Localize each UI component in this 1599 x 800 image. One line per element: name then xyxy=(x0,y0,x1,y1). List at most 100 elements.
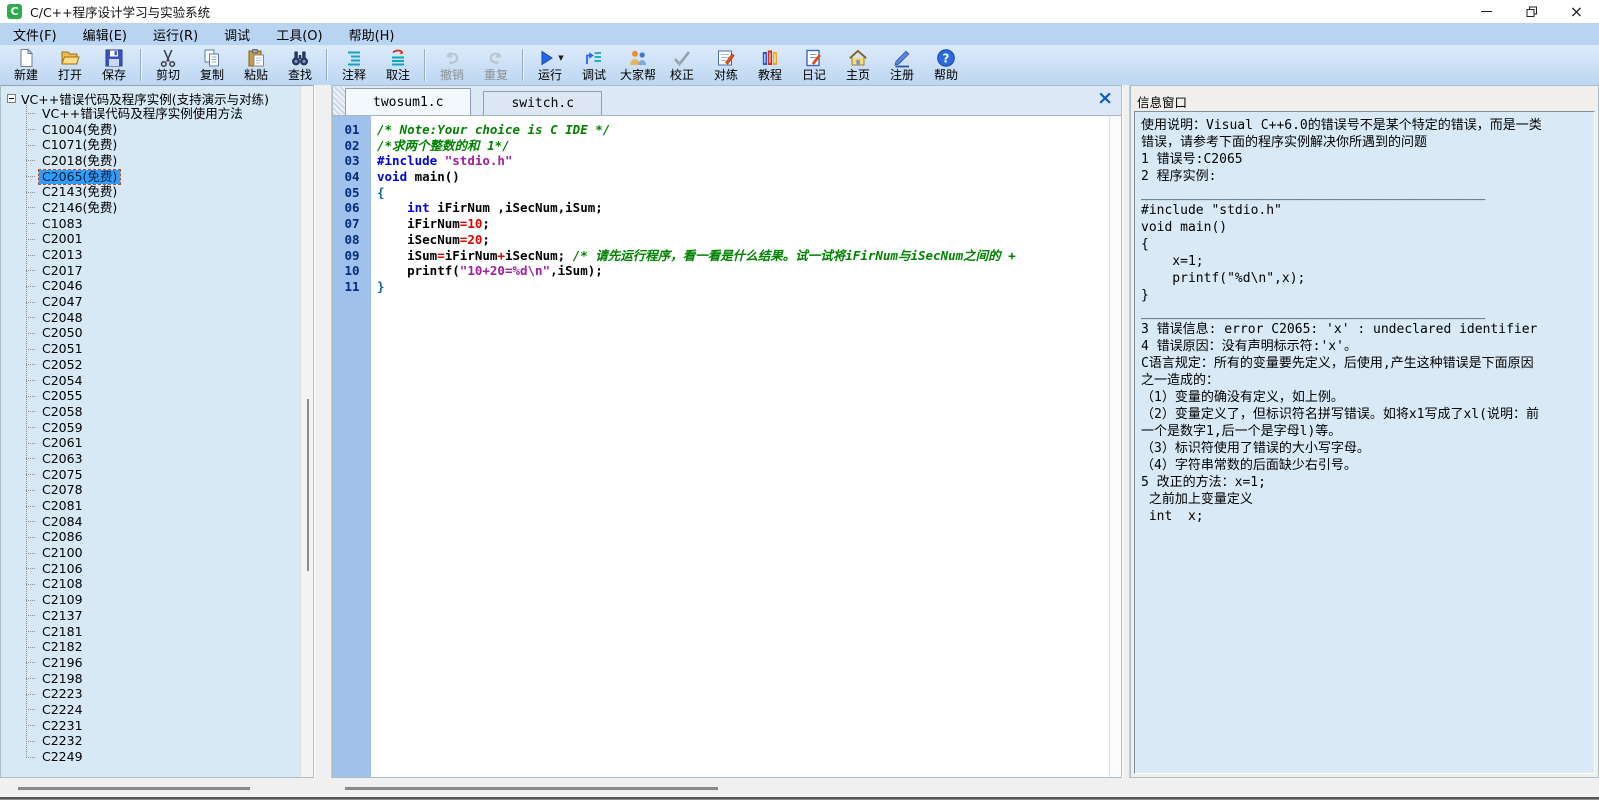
tree-item-c2108[interactable]: C2108 xyxy=(26,577,313,593)
tree-collapse-icon[interactable] xyxy=(7,94,16,103)
tree-item-c2075[interactable]: C2075 xyxy=(26,467,313,483)
tree-item-c2055[interactable]: C2055 xyxy=(26,388,313,404)
tree-item-c2017[interactable]: C2017 xyxy=(26,263,313,279)
tree-item-label: C2108 xyxy=(39,577,86,591)
toolbar-button-cut[interactable]: 剪切 xyxy=(146,47,190,83)
toolbar-button-uncomment[interactable]: 取注 xyxy=(376,47,420,83)
menu-item-2[interactable]: 编辑(E) xyxy=(70,23,140,45)
tree-item-c2084[interactable]: C2084 xyxy=(26,514,313,530)
toolbar-button-save[interactable]: 保存 xyxy=(92,47,136,83)
tree-item-c2143[interactable]: C2143(免费) xyxy=(26,184,313,200)
tree-item-c2223[interactable]: C2223 xyxy=(26,686,313,702)
tree-item-c2224[interactable]: C2224 xyxy=(26,702,313,718)
tree-vertical-scrollbar[interactable] xyxy=(300,86,313,777)
editor-panel: twosum1.cswitch.c× 010203040506070809101… xyxy=(332,85,1122,778)
toolbar-button-practice[interactable]: 对练 xyxy=(704,47,748,83)
tree-item-c2196[interactable]: C2196 xyxy=(26,655,313,671)
menu-item-6[interactable]: 帮助(H) xyxy=(336,23,408,45)
tree-item-c2100[interactable]: C2100 xyxy=(26,545,313,561)
toolbar-button-tutorial[interactable]: 教程 xyxy=(748,47,792,83)
toolbar-button-debug[interactable]: 调试 xyxy=(572,47,616,83)
toolbar-button-comment[interactable]: 注释 xyxy=(332,47,376,83)
info-line-10: printf("%d\n",x); xyxy=(1141,270,1588,287)
line-number: 01 xyxy=(333,122,371,138)
code-segment: "stdio.h" xyxy=(445,153,513,168)
title-bar: C C/C++程序设计学习与实验系统 × xyxy=(0,0,1599,23)
tree-item-c2081[interactable]: C2081 xyxy=(26,498,313,514)
tree-item-c2063[interactable]: C2063 xyxy=(26,451,313,467)
tree-item-c2047[interactable]: C2047 xyxy=(26,294,313,310)
toolbar-button-new-file[interactable]: 新建 xyxy=(4,47,48,83)
tree-item-c2137[interactable]: C2137 xyxy=(26,608,313,624)
tree-item-c2231[interactable]: C2231 xyxy=(26,718,313,734)
toolbar-button-open-folder[interactable]: 打开 xyxy=(48,47,92,83)
tree-item-c2001[interactable]: C2001 xyxy=(26,232,313,248)
close-button[interactable]: × xyxy=(1554,0,1599,23)
menu-item-3[interactable]: 运行(R) xyxy=(140,23,211,45)
toolbar-button-help[interactable]: ?帮助 xyxy=(924,47,968,83)
toolbar-button-home[interactable]: 主页 xyxy=(836,47,880,83)
splitter-right[interactable] xyxy=(1122,85,1130,778)
tree-item-c2046[interactable]: C2046 xyxy=(26,279,313,295)
debug-icon xyxy=(584,47,604,68)
tab-close-icon[interactable]: × xyxy=(1097,89,1113,108)
tree-item-c2052[interactable]: C2052 xyxy=(26,357,313,373)
tree-item-c2198[interactable]: C2198 xyxy=(26,671,313,687)
tree-item-c1004[interactable]: C1004(免费) xyxy=(26,122,313,138)
editor-horizontal-scrollbar-thumb[interactable] xyxy=(345,787,718,790)
menu-item-1[interactable]: 文件(F) xyxy=(0,23,70,45)
tree-item-c2061[interactable]: C2061 xyxy=(26,435,313,451)
tab-switch-c[interactable]: switch.c xyxy=(483,91,602,115)
menu-item-4[interactable]: 调试 xyxy=(211,23,263,45)
tree-item-c2054[interactable]: C2054 xyxy=(26,373,313,389)
tree-item-c2182[interactable]: C2182 xyxy=(26,639,313,655)
tree-item-c2146[interactable]: C2146(免费) xyxy=(26,200,313,216)
menu-item-5[interactable]: 工具(O) xyxy=(263,23,335,45)
tree-item-c2048[interactable]: C2048 xyxy=(26,310,313,326)
toolbar-button-check[interactable]: 校正 xyxy=(660,47,704,83)
tab-twosum1-c[interactable]: twosum1.c xyxy=(345,88,471,115)
tree-item-c2249[interactable]: C2249 xyxy=(26,749,313,765)
toolbar-button-find[interactable]: 查找 xyxy=(278,47,322,83)
tree-item-c2109[interactable]: C2109 xyxy=(26,592,313,608)
toolbar-button-copy[interactable]: 复制 xyxy=(190,47,234,83)
tree-vertical-scrollbar-thumb[interactable] xyxy=(307,399,309,571)
tree-item-c2058[interactable]: C2058 xyxy=(26,404,313,420)
tree-item-c1083[interactable]: C1083 xyxy=(26,216,313,232)
tree-item-c2013[interactable]: C2013 xyxy=(26,247,313,263)
tree-root[interactable]: VC++错误代码及程序实例(支持演示与对练) xyxy=(5,90,313,106)
run-dropdown-icon[interactable]: ▼ xyxy=(558,54,563,62)
splitter-left[interactable] xyxy=(314,85,332,778)
tree-item-c2232[interactable]: C2232 xyxy=(26,734,313,750)
code-segment: /* Note:Your choice is C IDE */ xyxy=(377,122,610,137)
restore-button[interactable] xyxy=(1509,0,1554,23)
toolbar-button-diary[interactable]: 日记 xyxy=(792,47,836,83)
tree-item-c2059[interactable]: C2059 xyxy=(26,420,313,436)
paste-icon xyxy=(246,47,266,68)
toolbar-button-register[interactable]: 注册 xyxy=(880,47,924,83)
tree-item-c2181[interactable]: C2181 xyxy=(26,624,313,640)
tab-bar-hatch xyxy=(333,87,345,115)
toolbar-button-label: 调试 xyxy=(582,68,606,83)
tree-item-vc[interactable]: VC++错误代码及程序实例使用方法 xyxy=(26,106,313,122)
tree-item-label: C2051 xyxy=(39,342,86,356)
tree-item-c2018[interactable]: C2018(免费) xyxy=(26,153,313,169)
info-line-1: 使用说明：Visual C++6.0的错误号不是某个特定的错误，而是一类 xyxy=(1141,117,1588,134)
tree-item-c2106[interactable]: C2106 xyxy=(26,561,313,577)
line-number: 02 xyxy=(333,138,371,154)
toolbar-button-community-help[interactable]: 大家帮 xyxy=(616,47,660,83)
tree-item-c2051[interactable]: C2051 xyxy=(26,341,313,357)
tree-item-c1071[interactable]: C1071(免费) xyxy=(26,137,313,153)
toolbar-button-paste[interactable]: 粘贴 xyxy=(234,47,278,83)
code-area[interactable]: /* Note:Your choice is C IDE *//*求两个整数的和… xyxy=(371,116,1109,777)
tree-horizontal-scrollbar-thumb[interactable] xyxy=(18,787,250,790)
tree-item-c2078[interactable]: C2078 xyxy=(26,483,313,499)
toolbar-button-run[interactable]: ▼运行 xyxy=(528,47,572,83)
tree-item-c2065[interactable]: C2065(免费) xyxy=(26,169,313,185)
cut-icon xyxy=(158,47,178,68)
tree-item-c2086[interactable]: C2086 xyxy=(26,530,313,546)
editor-vertical-scrollbar[interactable] xyxy=(1109,116,1121,777)
line-number: 03 xyxy=(333,153,371,169)
minimize-button[interactable] xyxy=(1464,0,1509,23)
tree-item-c2050[interactable]: C2050 xyxy=(26,326,313,342)
